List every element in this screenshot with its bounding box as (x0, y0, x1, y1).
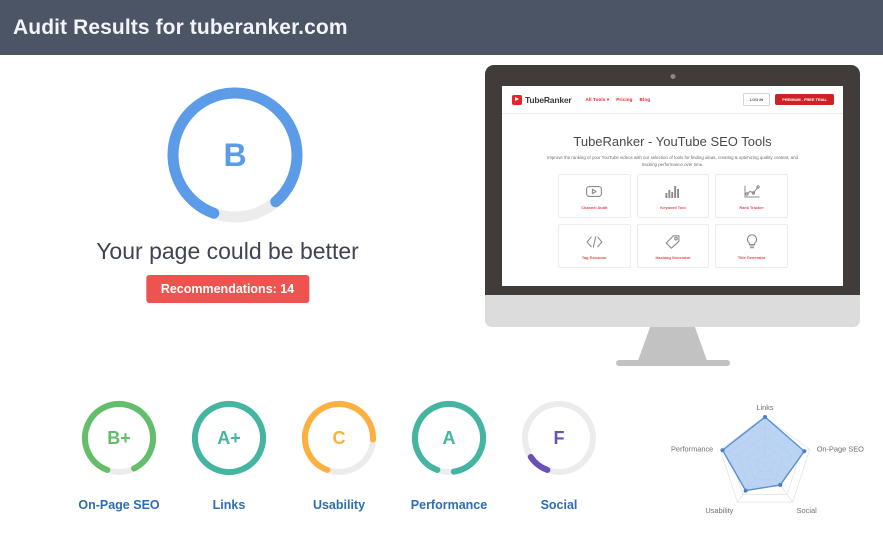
radar-axis-label: Usability (705, 506, 733, 515)
preview-nav-links: All Tools ▾ Pricing Blog (586, 97, 651, 103)
preview-tool-card[interactable]: Rank Tracker (715, 174, 788, 218)
preview-tool-grid: Channel Audit Keyword Tool Rank Tracker (558, 174, 788, 268)
preview-tool-label: Title Generator (737, 254, 766, 260)
preview-hero-title: TubeRanker - YouTube SEO Tools (573, 134, 772, 149)
grade-message: Your page could be better (96, 238, 359, 264)
subscore-grade: F (553, 427, 565, 448)
monitor-bezel: TubeRanker All Tools ▾ Pricing Blog LOG … (485, 65, 860, 295)
subscore-grade: C (332, 427, 346, 448)
subscore-grade: A (442, 427, 456, 448)
preview-hero-subtitle: Improve the ranking of your YouTube vide… (547, 155, 798, 168)
subscore-on-page-seo[interactable]: B+ On-Page SEO (73, 398, 165, 512)
subscore-label: Social (540, 498, 578, 512)
subscore-label: Usability (312, 498, 366, 512)
subscore-ring: B+ (79, 398, 159, 478)
webcam-icon (670, 74, 675, 79)
preview-tool-card[interactable]: Keyword Tool (636, 174, 710, 218)
preview-navbar: TubeRanker All Tools ▾ Pricing Blog LOG … (502, 86, 843, 114)
subscore-ring: A (409, 398, 489, 478)
page-header: Audit Results for tuberanker.com (0, 0, 883, 55)
preview-tool-card[interactable]: Hashtag Generator (636, 224, 710, 268)
overall-grade-ring: B (163, 83, 307, 227)
tuberanker-logo-icon (512, 94, 522, 105)
overall-grade-block: B Your page could be better Recommendati… (0, 55, 455, 305)
subscore-ring: F (519, 398, 599, 478)
monitor-stand-base (615, 360, 730, 366)
score-radar-chart: Links On-Page SEO Social Usability Performan… (648, 392, 883, 535)
preview-nav-item-all-tools[interactable]: All Tools ▾ (586, 97, 610, 103)
preview-tool-card[interactable]: Channel Audit (558, 174, 631, 218)
preview-tool-label: Channel Audit (581, 204, 608, 210)
subscore-performance[interactable]: A Performance (403, 398, 495, 512)
code-brackets-icon (586, 233, 603, 251)
subscore-ring: C (299, 398, 379, 478)
subscore-label: On-Page SEO (78, 498, 160, 512)
video-play-icon (586, 183, 603, 201)
tag-icon (665, 233, 680, 251)
radar-axis-label: On-Page SEO (817, 444, 864, 453)
preview-brand-text: TubeRanker (525, 94, 572, 105)
subscore-label: Performance (410, 498, 488, 512)
audit-results-page: Audit Results for tuberanker.com B Your … (0, 0, 883, 535)
preview-free-trial-button[interactable]: PREMIUM - FREE TRIAL (775, 94, 834, 105)
line-graph-icon (744, 183, 760, 201)
preview-nav-item-blog[interactable]: Blog (640, 97, 651, 103)
preview-brand[interactable]: TubeRanker (512, 94, 572, 105)
preview-tool-card[interactable]: Tag Extractor (558, 224, 631, 268)
subscore-ring: A+ (189, 398, 269, 478)
preview-tool-label: Keyword Tool (660, 204, 686, 210)
subscore-grade: B+ (107, 427, 131, 448)
radar-axis-label: Performance (671, 444, 713, 453)
radar-axis-label: Links (756, 403, 774, 412)
bar-chart-icon (665, 183, 680, 201)
preview-tool-label: Rank Tracker (739, 204, 764, 210)
monitor-screen: TubeRanker All Tools ▾ Pricing Blog LOG … (502, 86, 843, 286)
lightbulb-icon (746, 233, 758, 251)
preview-nav-actions: LOG IN PREMIUM - FREE TRIAL (742, 93, 834, 106)
monitor-chin (485, 295, 860, 327)
page-title: Audit Results for tuberanker.com (13, 15, 348, 39)
preview-nav-item-pricing[interactable]: Pricing (616, 97, 632, 103)
subscore-usability[interactable]: C Usability (293, 398, 385, 512)
subscore-list: B+ On-Page SEO A+ Links C Usability A Pe… (55, 398, 615, 530)
preview-tool-label: Hashtag Generator (655, 254, 691, 260)
subscore-links[interactable]: A+ Links (183, 398, 275, 512)
overall-grade-letter: B (223, 136, 247, 173)
subscore-label: Links (212, 498, 246, 512)
radar-axis-label: Social (797, 506, 817, 515)
preview-tool-label: Tag Extractor (581, 254, 607, 260)
recommendations-badge[interactable]: Recommendations: 14 (145, 275, 310, 303)
monitor-stand-neck (637, 327, 708, 362)
preview-tool-card[interactable]: Title Generator (715, 224, 788, 268)
subscore-social[interactable]: F Social (513, 398, 605, 512)
preview-login-button[interactable]: LOG IN (742, 93, 771, 106)
subscore-grade: A+ (217, 427, 241, 448)
site-preview-monitor: TubeRanker All Tools ▾ Pricing Blog LOG … (485, 65, 860, 370)
